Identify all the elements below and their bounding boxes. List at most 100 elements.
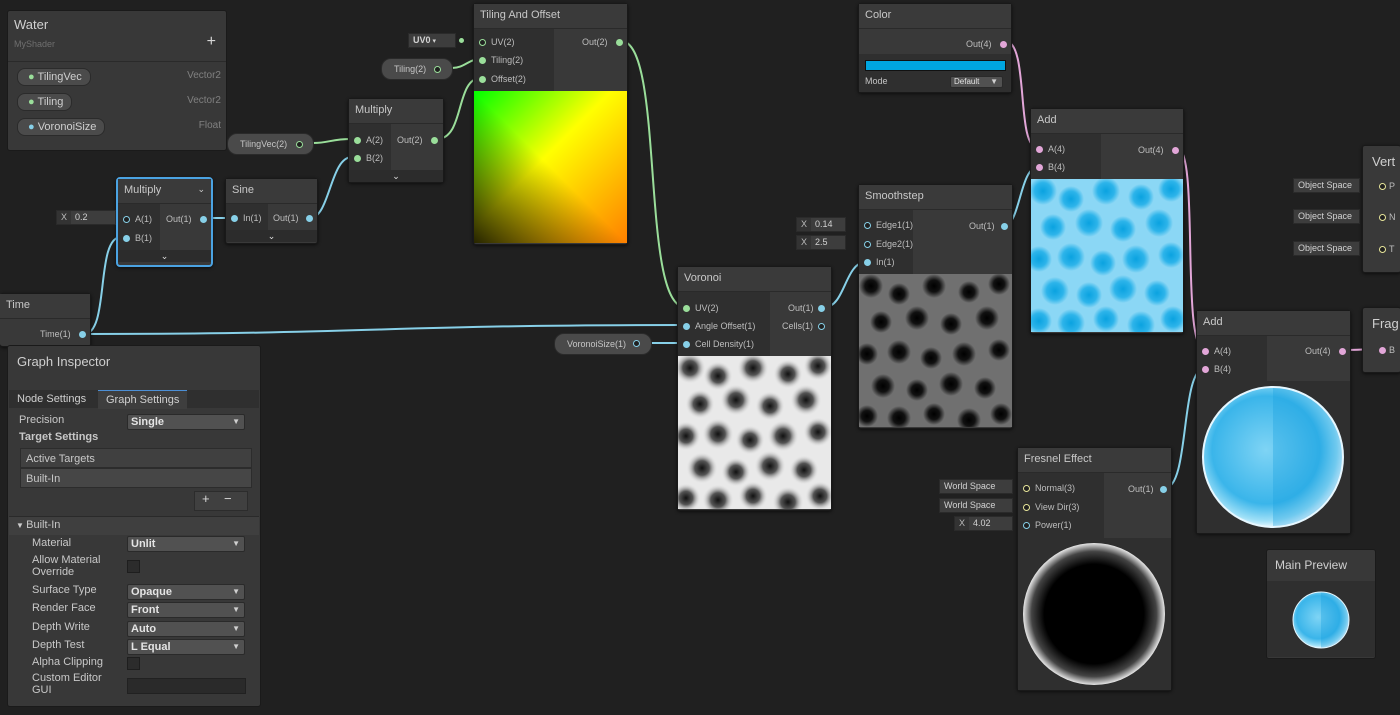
out-output-port[interactable]: Out(4) <box>1305 344 1346 358</box>
node-title: Add <box>1197 311 1350 336</box>
uv-channel-dropdown[interactable]: UV0 ▾ <box>408 33 456 48</box>
out-output-port[interactable]: Out(4) <box>1138 143 1179 157</box>
render-face-dropdown[interactable]: Front ▼ <box>127 602 245 618</box>
b-input-port[interactable]: B(4) <box>1036 160 1065 174</box>
color-swatch[interactable] <box>865 60 1006 71</box>
a-input-port[interactable]: A(4) <box>1036 142 1065 156</box>
custom-editor-gui-field[interactable] <box>127 678 246 694</box>
base-color-port[interactable]: B <box>1379 343 1395 357</box>
blackboard-subtitle: MyShader <box>14 39 56 49</box>
fragment-context-block[interactable]: Frag B <box>1362 307 1400 373</box>
tangent-port[interactable]: T <box>1379 242 1395 256</box>
time-node[interactable]: Time Time(1) <box>0 293 91 347</box>
edge1-input-port[interactable]: Edge1(1) <box>864 218 913 232</box>
depth-write-dropdown[interactable]: Auto ▼ <box>127 621 245 637</box>
uv-input-port[interactable]: UV(2) <box>683 301 719 315</box>
smoothstep-node[interactable]: Smoothstep Edge1(1) Edge2(1) In(1) Out(1… <box>858 184 1013 429</box>
precision-dropdown[interactable]: Single ▼ <box>127 414 245 430</box>
fresnel-preview <box>1018 538 1171 690</box>
uv-input-port[interactable]: UV(2) <box>479 35 515 49</box>
view-dir-input-port[interactable]: View Dir(3) <box>1023 500 1079 514</box>
multiply-node-selected[interactable]: Multiply ⌄ A(1) B(1) Out(1) ⌄ <box>116 177 213 267</box>
voronoisize-property-port[interactable] <box>633 340 640 347</box>
b-input-port[interactable]: B(4) <box>1202 362 1231 376</box>
time-output-port[interactable]: Time(1) <box>40 327 86 341</box>
tangent-space-field[interactable]: Object Space <box>1293 241 1360 256</box>
expand-toggle[interactable]: ⌄ <box>118 250 211 262</box>
expand-toggle[interactable]: ⌄ <box>226 230 317 242</box>
allow-material-override-checkbox[interactable] <box>127 560 140 573</box>
b-input-port[interactable]: B(1) <box>123 231 152 245</box>
in-input-port[interactable]: In(1) <box>864 255 895 269</box>
tab-node-settings[interactable]: Node Settings <box>9 390 94 408</box>
surface-type-dropdown[interactable]: Opaque ▼ <box>127 584 245 600</box>
active-target-item[interactable]: Built-In <box>20 468 252 488</box>
property-name: Tiling <box>37 96 64 108</box>
a-input-port[interactable]: A(2) <box>354 133 383 147</box>
a-input-port[interactable]: A(4) <box>1202 344 1231 358</box>
add-target-button[interactable]: + <box>202 491 210 506</box>
view-dir-space-dropdown[interactable]: World Space <box>939 498 1013 513</box>
out-output-port[interactable]: Out(2) <box>582 35 623 49</box>
in-input-port[interactable]: In(1) <box>231 211 262 225</box>
edge2-input-port[interactable]: Edge2(1) <box>864 237 913 251</box>
vertex-title: Vert <box>1372 154 1396 169</box>
main-preview-panel: Main Preview <box>1266 549 1376 659</box>
alpha-clipping-checkbox[interactable] <box>127 657 140 670</box>
a-input-port[interactable]: A(1) <box>123 212 152 226</box>
out-output-port[interactable]: Out(1) <box>1128 482 1167 496</box>
shader-graph-canvas[interactable]: Water MyShader + ● TilingVec Vector2 ● T… <box>0 0 1400 715</box>
builtin-section-header[interactable]: ▼ Built-In <box>16 519 60 531</box>
node-title: Add <box>1031 109 1183 134</box>
fresnel-effect-node[interactable]: Fresnel Effect Normal(3) View Dir(3) Pow… <box>1017 447 1172 691</box>
normal-space-dropdown[interactable]: World Space <box>939 479 1013 494</box>
material-dropdown[interactable]: Unlit ▼ <box>127 536 245 552</box>
color-node[interactable]: Color Out(4) Mode Default ▼ <box>858 3 1012 93</box>
node-title: Fresnel Effect <box>1018 448 1171 473</box>
tiling-property-node[interactable]: Tiling(2) <box>381 58 453 80</box>
cell-density-input-port[interactable]: Cell Density(1) <box>683 337 754 351</box>
offset-input-port[interactable]: Offset(2) <box>479 72 526 86</box>
tiling-input-port[interactable]: Tiling(2) <box>479 53 523 67</box>
edge2-value-field[interactable]: X 2.5 <box>796 235 846 250</box>
voronoi-node[interactable]: Voronoi UV(2) Angle Offset(1) Cell Densi… <box>677 266 832 511</box>
b-input-port[interactable]: B(2) <box>354 151 383 165</box>
depth-test-dropdown[interactable]: L Equal ▼ <box>127 639 245 655</box>
tiling-property-port[interactable] <box>434 66 441 73</box>
remove-target-button[interactable]: − <box>224 491 232 506</box>
power-input-port[interactable]: Power(1) <box>1023 518 1072 532</box>
add-property-button[interactable]: + <box>207 33 216 51</box>
mode-dropdown[interactable]: Default ▼ <box>950 76 1003 88</box>
normal-space-field[interactable]: Object Space <box>1293 209 1360 224</box>
multiply-a-value-field[interactable]: X 0.2 <box>56 210 116 225</box>
tab-graph-settings[interactable]: Graph Settings <box>98 390 188 409</box>
position-port[interactable]: P <box>1379 179 1395 193</box>
target-settings-label: Target Settings <box>19 431 99 443</box>
angle-offset-input-port[interactable]: Angle Offset(1) <box>683 319 755 333</box>
edge1-value-field[interactable]: X 0.14 <box>796 217 846 232</box>
alpha-clipping-label: Alpha Clipping <box>32 656 103 668</box>
normal-port[interactable]: N <box>1379 210 1396 224</box>
normal-input-port[interactable]: Normal(3) <box>1023 481 1075 495</box>
tiling-and-offset-node[interactable]: Tiling And Offset UV(2) Tiling(2) Offset… <box>473 3 628 245</box>
position-space-field[interactable]: Object Space <box>1293 178 1360 193</box>
add-node-2[interactable]: Add A(4) B(4) Out(4) <box>1196 310 1351 534</box>
graph-inspector-panel: Graph Inspector Node Settings Graph Sett… <box>7 345 261 707</box>
out-output-port[interactable]: Out(4) <box>966 37 1007 51</box>
out-output-port[interactable]: Out(1) <box>273 211 313 225</box>
out-output-port[interactable]: Out(1) <box>788 301 825 315</box>
expand-toggle[interactable]: ⌄ <box>349 170 443 182</box>
cells-output-port[interactable]: Cells(1) <box>782 319 825 333</box>
chevron-down-icon[interactable]: ⌄ <box>197 184 205 195</box>
out-output-port[interactable]: Out(1) <box>969 219 1008 233</box>
vertex-context-block[interactable]: Vert P N T <box>1362 145 1400 273</box>
sine-node[interactable]: Sine In(1) Out(1) ⌄ <box>225 178 318 244</box>
power-value-field[interactable]: X 4.02 <box>954 516 1013 531</box>
custom-editor-gui-label: Custom Editor GUI <box>32 672 102 696</box>
multiply-node-2[interactable]: Multiply A(2) B(2) Out(2) ⌄ <box>348 98 444 183</box>
tilingvec-property-port[interactable] <box>296 141 303 148</box>
out-output-port[interactable]: Out(2) <box>397 133 438 147</box>
fragment-title: Frag <box>1372 316 1399 331</box>
out-output-port[interactable]: Out(1) <box>166 212 207 226</box>
add-node-1[interactable]: Add A(4) B(4) Out(4) <box>1030 108 1184 334</box>
